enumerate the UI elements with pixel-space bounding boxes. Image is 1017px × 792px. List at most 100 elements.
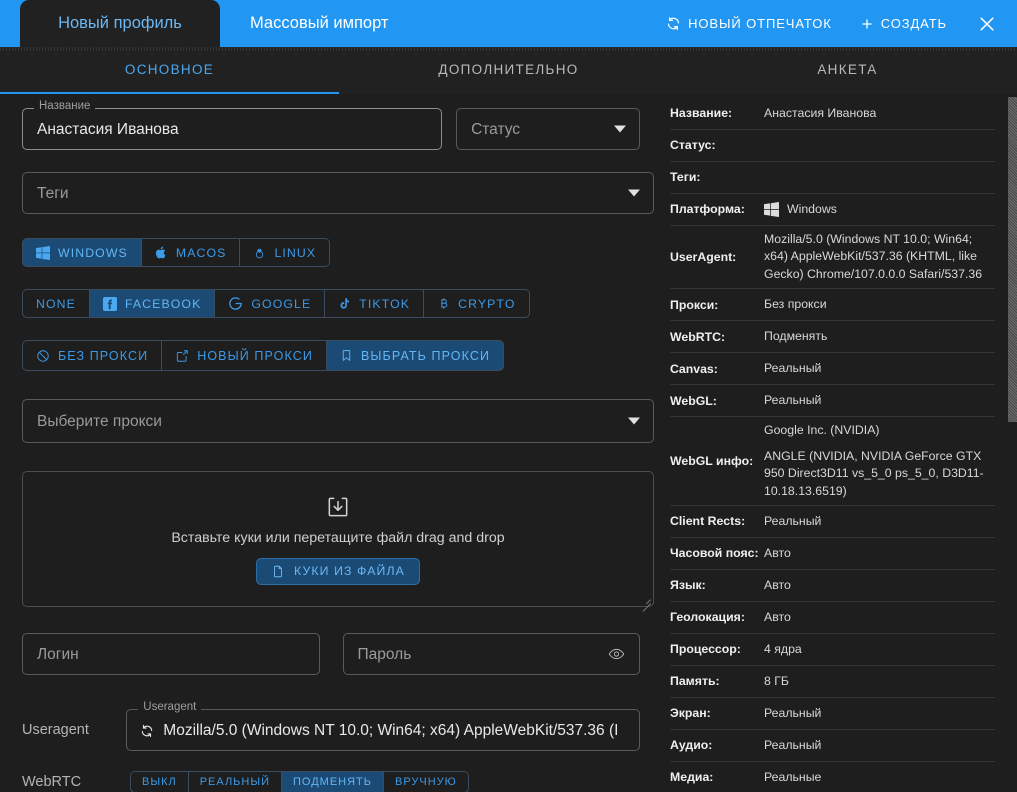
new-fingerprint-button[interactable]: Новый отпечаток xyxy=(652,8,846,39)
webrtc-option-real[interactable]: Реальный xyxy=(188,771,281,792)
no-proxy-icon xyxy=(36,349,50,363)
webrtc-option-spoof[interactable]: Подменять xyxy=(281,771,383,792)
platform-option-linux[interactable]: Linux xyxy=(239,238,330,267)
useragent-row: Useragent Useragent Mozilla/5.0 (Windows… xyxy=(22,709,640,751)
refresh-icon xyxy=(666,16,681,31)
useragent-row-label: Useragent xyxy=(22,722,126,738)
summary-row-webrtc: WebRTC: Подменять xyxy=(670,321,995,353)
proxy-mode-none-label: Без прокси xyxy=(58,349,148,363)
summary-value: Авто xyxy=(762,545,791,562)
facebook-icon xyxy=(103,297,117,311)
social-option-google[interactable]: Google xyxy=(214,289,324,318)
social-option-none-label: None xyxy=(36,297,76,311)
close-window-button[interactable] xyxy=(967,4,1007,44)
chevron-down-icon xyxy=(628,418,640,425)
social-selector: None Facebook Google xyxy=(22,289,530,318)
proxy-mode-selector: Без прокси Новый прокси xyxy=(22,340,504,371)
tab-new-profile[interactable]: Новый профиль xyxy=(20,0,220,47)
summary-row-memory: Память: 8 ГБ xyxy=(670,666,995,698)
login-input[interactable]: Логин xyxy=(22,633,320,675)
proxy-mode-none[interactable]: Без прокси xyxy=(22,340,161,371)
summary-value: Mozilla/5.0 (Windows NT 10.0; Win64; x64… xyxy=(762,231,995,283)
file-icon xyxy=(271,564,285,579)
cookies-from-file-button[interactable]: Куки из файла xyxy=(256,558,420,585)
summary-key: Экран: xyxy=(670,705,762,722)
platform-option-macos[interactable]: macOS xyxy=(141,238,240,267)
create-button[interactable]: Создать xyxy=(846,8,961,39)
webrtc-option-manual[interactable]: Вручную xyxy=(383,771,469,792)
tab-additional-section[interactable]: Дополнительно xyxy=(339,47,678,94)
webrtc-selector: Выкл Реальный Подменять Вручную xyxy=(130,771,469,792)
dropzone-resize-handle[interactable] xyxy=(640,593,651,604)
edit-square-icon xyxy=(175,349,189,363)
webrtc-option-off[interactable]: Выкл xyxy=(130,771,188,792)
profile-name-input[interactable]: Название Анастасия Иванова xyxy=(22,108,442,150)
proxy-mode-new[interactable]: Новый прокси xyxy=(161,340,326,371)
proxy-select-dropdown[interactable]: Выберите прокси xyxy=(22,399,654,443)
status-select[interactable]: Статус xyxy=(456,108,640,150)
new-fingerprint-label: Новый отпечаток xyxy=(688,16,832,31)
profile-editor-window: Новый профиль Массовый импорт Новый отпе… xyxy=(0,0,1017,792)
platform-option-windows[interactable]: Windows xyxy=(22,238,141,267)
summary-row-media: Медиа: Реальные xyxy=(670,762,995,792)
summary-key: Медиа: xyxy=(670,769,762,786)
tab-bulk-import[interactable]: Массовый импорт xyxy=(226,0,412,47)
summary-value: Реальный xyxy=(762,392,821,409)
summary-row-webgl: WebGL: Реальный xyxy=(670,385,995,417)
social-option-crypto[interactable]: Crypto xyxy=(423,289,529,318)
social-option-google-label: Google xyxy=(251,297,311,311)
summary-scrollbar-thumb[interactable] xyxy=(1008,97,1017,422)
summary-key: Client Rects: xyxy=(670,513,762,530)
summary-key: Статус: xyxy=(670,137,762,154)
eye-icon[interactable] xyxy=(608,646,625,663)
google-icon xyxy=(228,296,243,311)
social-option-none[interactable]: None xyxy=(22,289,89,318)
windows-icon xyxy=(36,246,50,260)
tab-bulk-import-label: Массовый импорт xyxy=(250,14,388,33)
summary-value: Реальный xyxy=(762,705,821,722)
summary-scrollbar-track[interactable] xyxy=(1008,94,1017,792)
tags-select[interactable]: Теги xyxy=(22,172,654,214)
platform-option-linux-label: Linux xyxy=(274,246,316,260)
cookies-dropzone-text: Вставьте куки или перетащите файл drag a… xyxy=(171,530,504,546)
chevron-down-icon xyxy=(628,190,640,197)
window-titlebar: Новый профиль Массовый импорт Новый отпе… xyxy=(0,0,1017,47)
summary-key: Часовой пояс: xyxy=(670,545,762,562)
webrtc-row: WebRTC Выкл Реальный Подменять Вручную xyxy=(22,771,640,792)
cookies-dropzone[interactable]: Вставьте куки или перетащите файл drag a… xyxy=(22,471,654,607)
summary-value: Реальные xyxy=(762,769,821,786)
summary-row-proxy: Прокси: Без прокси xyxy=(670,289,995,321)
summary-key: Процессор: xyxy=(670,641,762,658)
download-box-icon xyxy=(325,494,351,520)
tab-main-section[interactable]: Основное xyxy=(0,47,339,94)
password-input[interactable]: Пароль xyxy=(343,633,641,675)
summary-key: UserAgent: xyxy=(670,249,762,266)
summary-value-platform: Windows xyxy=(762,201,837,218)
summary-key: Память: xyxy=(670,673,762,690)
credentials-row: Логин Пароль xyxy=(22,633,640,675)
titlebar-actions: Новый отпечаток Создать xyxy=(652,0,1017,47)
social-option-tiktok[interactable]: TikTok xyxy=(324,289,423,318)
proxy-mode-select-label: Выбрать прокси xyxy=(361,349,490,363)
platform-selector: Windows macOS xyxy=(22,238,330,267)
summary-row-platform: Платформа: Windows xyxy=(670,194,995,226)
refresh-icon[interactable] xyxy=(140,724,154,738)
useragent-input[interactable]: Useragent Mozilla/5.0 (Windows NT 10.0; … xyxy=(126,709,640,751)
summary-row-language: Язык: Авто xyxy=(670,570,995,602)
summary-value: 8 ГБ xyxy=(762,673,789,690)
summary-row-audio: Аудио: Реальный xyxy=(670,730,995,762)
plus-icon xyxy=(860,17,874,31)
summary-value: Анастасия Иванова xyxy=(762,105,876,122)
useragent-value-wrap: Mozilla/5.0 (Windows NT 10.0; Win64; x64… xyxy=(127,710,618,752)
tab-form-section[interactable]: Анкета xyxy=(678,47,1017,94)
social-option-facebook[interactable]: Facebook xyxy=(89,289,214,318)
social-option-facebook-label: Facebook xyxy=(125,297,201,311)
summary-key: Аудио: xyxy=(670,737,762,754)
summary-row-geolocation: Геолокация: Авто xyxy=(670,602,995,634)
password-placeholder: Пароль xyxy=(358,634,412,676)
proxy-select-placeholder: Выберите прокси xyxy=(37,400,162,444)
proxy-mode-select[interactable]: Выбрать прокси xyxy=(326,340,504,371)
summary-row-timezone: Часовой пояс: Авто xyxy=(670,538,995,570)
summary-value: 4 ядра xyxy=(762,641,802,658)
summary-value: Подменять xyxy=(762,328,827,345)
